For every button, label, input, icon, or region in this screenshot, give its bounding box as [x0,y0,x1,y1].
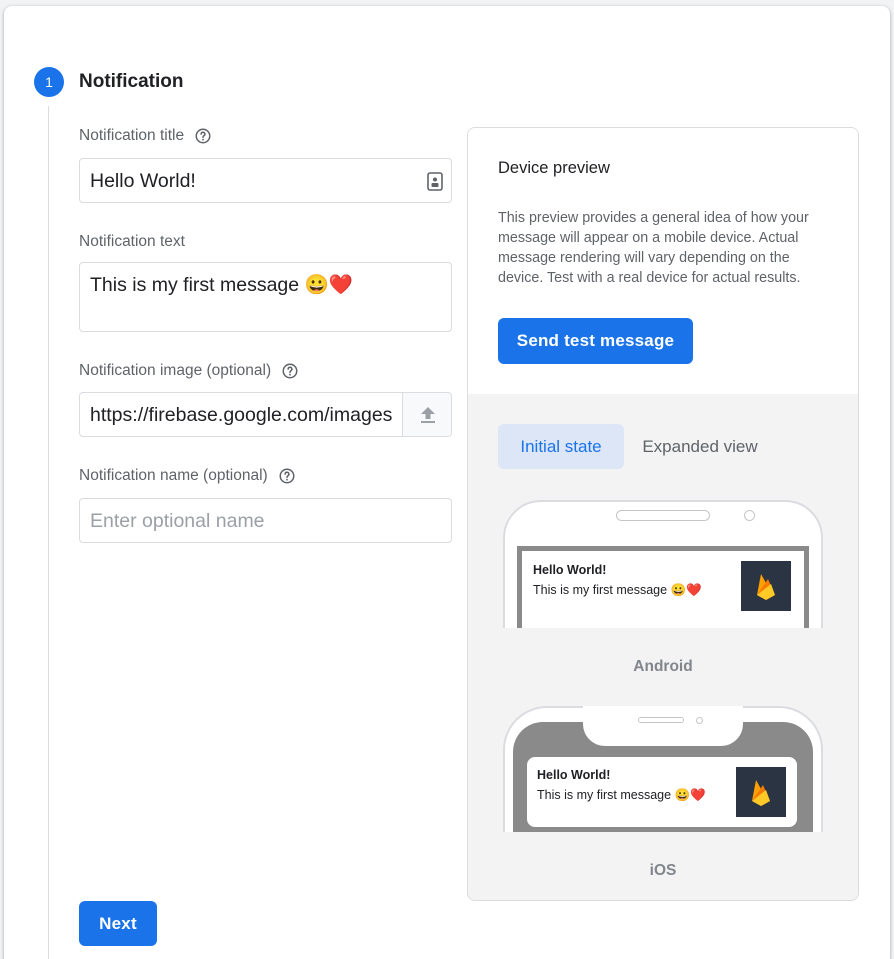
android-notification-title: Hello World! [533,563,607,577]
notification-image-url-clip: https://firebase.google.com/images [80,393,402,436]
ios-notification: Hello World! This is my first message 😀❤… [527,757,797,827]
preview-header: Device preview This preview provides a g… [468,128,858,394]
tab-initial-state[interactable]: Initial state [498,424,624,469]
help-icon[interactable] [278,467,296,485]
help-icon[interactable] [194,127,212,145]
notification-name-input[interactable]: Enter optional name [79,498,452,543]
upload-icon [420,406,435,423]
android-phone: Hello World! This is my first message 😀❤… [503,500,823,628]
ios-camera [696,717,703,724]
android-camera [744,510,755,521]
help-icon[interactable] [281,362,299,380]
send-test-message-button[interactable]: Send test message [498,318,693,364]
notification-name-placeholder: Enter optional name [90,510,265,532]
preview-devices-area: Initial state Expanded view Hello World!… [468,394,858,900]
preview-description: This preview provides a general idea of … [498,210,809,286]
notification-title-label-text: Notification title [79,127,185,144]
notification-name-label-text: Notification name (optional) [79,467,268,484]
ios-notification-text: This is my first message 😀❤️ [537,788,706,802]
notification-image-label: Notification image (optional) [79,362,299,380]
android-notification-image [741,561,791,611]
android-notification: Hello World! This is my first message 😀❤… [522,551,804,628]
tab-expanded-view[interactable]: Expanded view [630,424,770,469]
firebase-logo-icon [752,780,770,806]
notification-image-input[interactable]: https://firebase.google.com/images [79,392,452,437]
android-speaker [616,510,710,521]
next-button[interactable]: Next [79,901,157,946]
notification-text-label: Notification text [79,233,185,251]
ios-speaker [638,717,684,723]
ios-notification-image [736,767,786,817]
firebase-logo-icon [757,574,775,600]
notification-image-value: https://firebase.google.com/images [90,404,393,426]
device-preview-panel: Device preview This preview provides a g… [467,127,859,901]
personalization-icon[interactable] [427,172,443,191]
notification-title-label: Notification title [79,127,212,145]
ios-notch [583,706,743,746]
preview-title: Device preview [498,159,610,177]
ios-phone: Hello World! This is my first message 😀❤… [503,706,823,832]
step-title: Notification [79,71,184,92]
notification-name-label: Notification name (optional) [79,467,296,485]
notification-text-label-text: Notification text [79,233,185,250]
android-screen: Hello World! This is my first message 😀❤… [517,546,809,628]
step-connector-line [48,106,49,959]
notification-title-input[interactable]: Hello World! [79,158,452,203]
ios-label: iOS [649,862,677,879]
notification-text-input[interactable]: This is my first message 😀❤️ [79,262,452,332]
android-label: Android [633,658,693,675]
android-notification-text: This is my first message 😀❤️ [533,583,702,597]
step-number-badge: 1 [34,67,64,97]
upload-image-button[interactable] [403,393,451,436]
notification-title-value: Hello World! [90,170,196,192]
ios-notification-title: Hello World! [537,768,611,782]
notification-text-value: This is my first message 😀❤️ [90,274,354,296]
notification-image-label-text: Notification image (optional) [79,362,272,379]
